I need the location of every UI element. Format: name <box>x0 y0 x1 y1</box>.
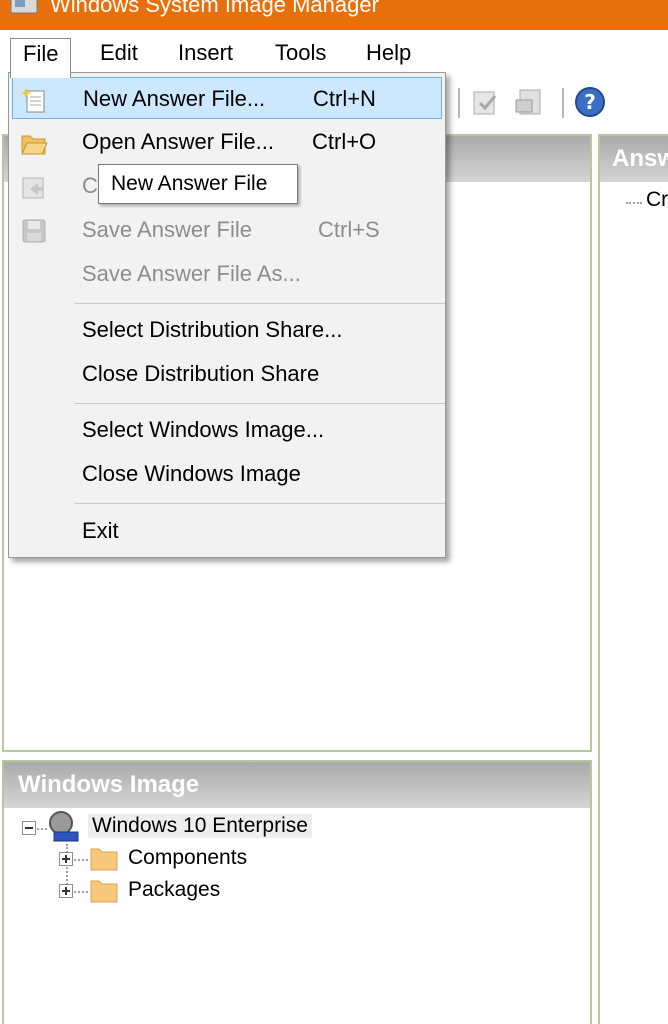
window-title: Windows System Image Manager <box>50 0 379 17</box>
menu-item-save-answer-file[interactable]: Save Answer File Ctrl+S <box>12 209 442 251</box>
windows-image-pane: Windows Image Windows 10 Enterprise Comp… <box>2 760 592 1024</box>
tree-item-components[interactable]: Components <box>128 846 247 870</box>
menu-item-select-windows-image[interactable]: Select Windows Image... <box>12 409 442 451</box>
menu-item-close-windows-image[interactable]: Close Windows Image <box>12 453 442 495</box>
menu-edit[interactable]: Edit <box>88 38 150 74</box>
menu-item-select-distribution-share[interactable]: Select Distribution Share... <box>12 309 442 351</box>
menu-separator <box>75 503 445 504</box>
validate-icon[interactable] <box>470 86 502 118</box>
menu-tools[interactable]: Tools <box>263 38 338 74</box>
tree-connector <box>74 859 88 861</box>
tree-connector <box>74 891 88 893</box>
tree-item-packages[interactable]: Packages <box>128 878 220 902</box>
menu-separator <box>75 303 445 304</box>
menu-file[interactable]: File <box>10 38 72 78</box>
create-config-icon[interactable] <box>514 86 546 118</box>
folder-icon <box>90 848 118 871</box>
answer-file-tree-item[interactable]: Cr <box>646 188 668 212</box>
collapse-toggle[interactable] <box>22 821 36 835</box>
answer-file-header: Answ <box>600 136 668 182</box>
tooltip: New Answer File <box>98 164 298 204</box>
toolbar-separator <box>458 88 460 118</box>
save-disk-icon <box>22 219 46 243</box>
expand-toggle[interactable] <box>59 884 73 898</box>
folder-icon <box>90 880 118 903</box>
title-bar: Windows System Image Manager <box>0 0 668 30</box>
file-menu-dropdown: New Answer File... Ctrl+N Open Answer Fi… <box>8 72 446 558</box>
menu-item-new-answer-file[interactable]: New Answer File... Ctrl+N <box>12 77 442 119</box>
close-file-icon <box>22 177 44 199</box>
help-icon[interactable]: ? <box>574 86 606 118</box>
windows-image-header: Windows Image <box>4 762 590 808</box>
menu-item-close-distribution-share[interactable]: Close Distribution Share <box>12 353 442 395</box>
answer-file-pane: Answ Cr <box>598 134 668 1024</box>
menu-separator <box>75 403 445 404</box>
menu-item-open-answer-file[interactable]: Open Answer File... Ctrl+O <box>12 121 442 163</box>
windows-image-icon <box>49 811 79 842</box>
menu-item-exit[interactable]: Exit <box>12 510 442 552</box>
expand-toggle[interactable] <box>59 852 73 866</box>
menu-bar: File Edit Insert Tools Help <box>0 30 668 78</box>
menu-item-save-answer-file-as[interactable]: Save Answer File As... <box>12 253 442 295</box>
svg-text:?: ? <box>584 90 596 114</box>
toolbar-separator <box>562 88 564 118</box>
menu-insert[interactable]: Insert <box>166 38 245 74</box>
open-folder-icon <box>21 135 48 155</box>
new-file-icon <box>21 88 45 113</box>
menu-help[interactable]: Help <box>354 38 423 74</box>
tree-connector <box>626 202 642 204</box>
app-icon <box>10 0 38 14</box>
tree-root-windows-10-enterprise[interactable]: Windows 10 Enterprise <box>88 814 312 838</box>
